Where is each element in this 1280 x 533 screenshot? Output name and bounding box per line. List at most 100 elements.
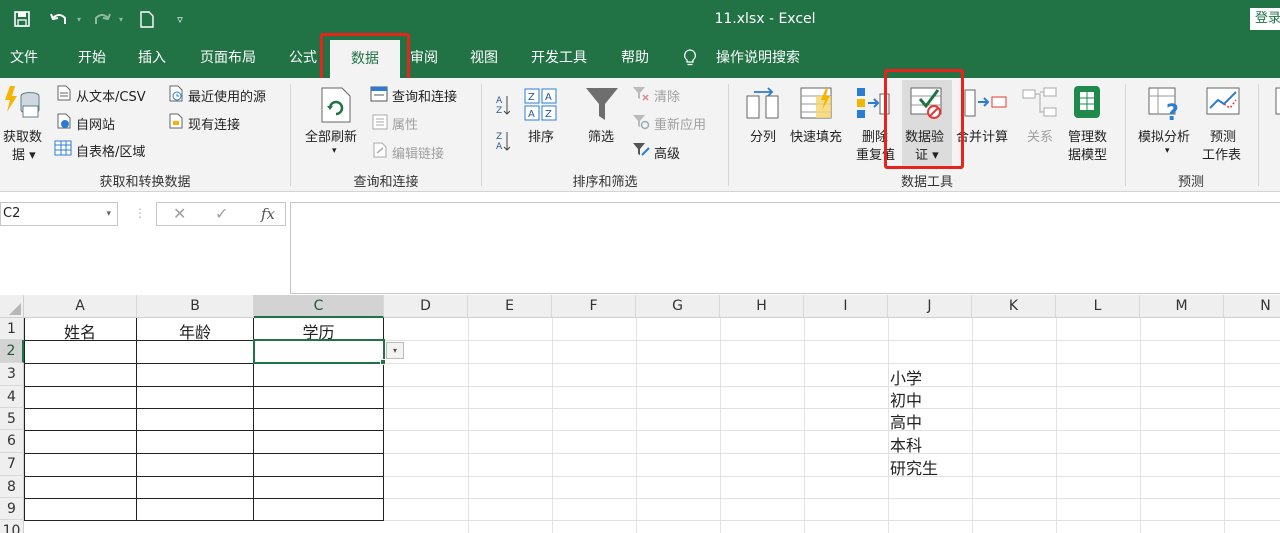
name-box-value: C2 bbox=[3, 206, 21, 221]
text-file-icon bbox=[56, 85, 72, 105]
row-header-10[interactable]: 10 bbox=[0, 520, 24, 533]
tell-me-search[interactable]: 操作说明搜索 bbox=[716, 38, 800, 78]
column-header-l[interactable]: L bbox=[1056, 295, 1140, 318]
column-header-h[interactable]: H bbox=[720, 295, 804, 318]
table-border bbox=[24, 476, 384, 477]
existing-connections-icon bbox=[168, 113, 184, 133]
sort-az-icon: AZ bbox=[496, 94, 511, 120]
column-header-k[interactable]: K bbox=[972, 295, 1056, 318]
tab-home[interactable]: 开始 bbox=[78, 38, 106, 78]
tab-view[interactable]: 视图 bbox=[470, 38, 498, 78]
cell-j4[interactable]: 初中 bbox=[890, 387, 922, 411]
tab-insert[interactable]: 插入 bbox=[138, 38, 166, 78]
manage-data-model-button-line2[interactable]: 据模型 bbox=[1068, 144, 1107, 163]
tab-file[interactable]: 文件 bbox=[10, 38, 38, 78]
forecast-sheet-button[interactable]: 预测 bbox=[1210, 126, 1236, 145]
group-label-sort-filter: 排序和筛选 bbox=[572, 175, 638, 190]
tab-help[interactable]: 帮助 bbox=[621, 38, 649, 78]
row-header-6[interactable]: 6 bbox=[0, 430, 24, 453]
group-label-data-tools: 数据工具 bbox=[900, 175, 953, 190]
from-table-button[interactable]: 自表格/区域 bbox=[76, 141, 145, 160]
column-header-b[interactable]: B bbox=[137, 295, 254, 318]
text-to-columns-button[interactable]: 分列 bbox=[750, 126, 776, 145]
row-header-4[interactable]: 4 bbox=[0, 386, 24, 408]
get-data-button[interactable]: 获取数 bbox=[3, 126, 42, 145]
recent-sources-icon bbox=[168, 85, 184, 106]
highlight-box-data-validation bbox=[884, 69, 964, 169]
enter-icon[interactable]: ✓ bbox=[215, 204, 228, 223]
advanced-button[interactable]: 高级 bbox=[654, 143, 680, 162]
queries-connections-button[interactable]: 查询和连接 bbox=[392, 86, 457, 105]
title-wrap: 11.xlsx - Excel bbox=[0, 0, 1280, 38]
tab-formulas[interactable]: 公式 bbox=[289, 38, 317, 78]
manage-data-model-icon bbox=[1072, 84, 1102, 124]
get-data-icon bbox=[4, 84, 42, 124]
row-header-3[interactable]: 3 bbox=[0, 363, 24, 386]
ribbon: 获取数 据 ▾ 从文本/CSV 自网站 自表格/区域 最近使用的源 现有连接 获… bbox=[0, 78, 1280, 192]
what-if-analysis-button[interactable]: 模拟分析 bbox=[1138, 126, 1190, 145]
sort-icon: ZAAZ bbox=[524, 88, 558, 126]
column-header-f[interactable]: F bbox=[552, 295, 636, 318]
clear-filter-icon bbox=[632, 86, 650, 106]
formula-bar-grip-icon[interactable]: ⋮ bbox=[134, 206, 146, 220]
relationships-button: 关系 bbox=[1027, 130, 1054, 145]
selected-cell-c2[interactable] bbox=[253, 339, 385, 364]
row-header-8[interactable]: 8 bbox=[0, 476, 24, 498]
column-header-a[interactable]: A bbox=[24, 295, 137, 318]
gridline bbox=[888, 318, 889, 533]
column-header-d[interactable]: D bbox=[384, 295, 468, 318]
cell-j6[interactable]: 本科 bbox=[890, 432, 922, 456]
cell-j5[interactable]: 高中 bbox=[890, 409, 922, 433]
recent-sources-button[interactable]: 最近使用的源 bbox=[188, 86, 266, 105]
manage-data-model-button[interactable]: 管理数 bbox=[1068, 126, 1107, 145]
svg-text:Z: Z bbox=[528, 92, 535, 103]
from-web-button[interactable]: 自网站 bbox=[76, 114, 115, 133]
column-header-m[interactable]: M bbox=[1140, 295, 1224, 318]
cell-b1-age-header[interactable]: 年龄 bbox=[137, 319, 253, 343]
gridline bbox=[972, 318, 973, 533]
sort-button[interactable]: 排序 bbox=[528, 126, 554, 145]
forecast-sheet-button-line2[interactable]: 工作表 bbox=[1202, 144, 1241, 163]
column-header-g[interactable]: G bbox=[636, 295, 720, 318]
insert-function-icon[interactable]: fx bbox=[261, 205, 275, 223]
column-header-j[interactable]: J bbox=[888, 295, 972, 318]
get-data-button-line2[interactable]: 据 ▾ bbox=[12, 144, 36, 163]
cancel-icon[interactable]: ✕ bbox=[173, 204, 186, 223]
row-header-2[interactable]: 2 bbox=[0, 340, 24, 363]
name-box-dropdown-icon[interactable]: ▾ bbox=[106, 203, 111, 225]
refresh-all-dropdown[interactable]: ▾ bbox=[332, 146, 337, 156]
column-header-c[interactable]: C bbox=[254, 295, 384, 318]
row-header-7[interactable]: 7 bbox=[0, 453, 24, 476]
column-header-e[interactable]: E bbox=[468, 295, 552, 318]
cell-j3[interactable]: 小学 bbox=[890, 365, 922, 389]
row-header-1[interactable]: 1 bbox=[0, 318, 24, 340]
select-all-corner[interactable] bbox=[0, 295, 24, 318]
row-header-5[interactable]: 5 bbox=[0, 408, 24, 430]
validation-dropdown-arrow[interactable]: ▾ bbox=[386, 342, 404, 359]
from-text-csv-button[interactable]: 从文本/CSV bbox=[76, 86, 146, 105]
existing-connections-button[interactable]: 现有连接 bbox=[188, 114, 240, 133]
lightbulb-icon bbox=[683, 38, 697, 78]
name-box[interactable]: C2 ▾ bbox=[0, 202, 118, 226]
login-button[interactable]: 登录 bbox=[1250, 8, 1280, 30]
tab-review[interactable]: 审阅 bbox=[410, 38, 438, 78]
cell-a1-name-header[interactable]: 姓名 bbox=[24, 319, 136, 343]
formula-input[interactable] bbox=[290, 202, 1280, 294]
refresh-all-button[interactable]: 全部刷新 bbox=[305, 126, 357, 145]
table-border bbox=[24, 408, 384, 409]
column-header-n[interactable]: N bbox=[1224, 295, 1280, 318]
fill-handle[interactable] bbox=[380, 359, 386, 365]
sort-za-icon: ZA bbox=[496, 130, 511, 156]
svg-text:Z: Z bbox=[545, 109, 552, 120]
filter-button[interactable]: 筛选 bbox=[588, 126, 614, 145]
flash-fill-button[interactable]: 快速填充 bbox=[790, 126, 842, 145]
svg-text:A: A bbox=[545, 92, 552, 103]
cell-j7[interactable]: 研究生 bbox=[890, 455, 938, 479]
flash-fill-icon bbox=[800, 86, 834, 124]
tab-developer[interactable]: 开发工具 bbox=[531, 38, 587, 78]
what-if-dropdown[interactable]: ▾ bbox=[1165, 146, 1170, 156]
svg-text:A: A bbox=[496, 142, 503, 152]
column-header-i[interactable]: I bbox=[804, 295, 888, 318]
row-header-9[interactable]: 9 bbox=[0, 498, 24, 520]
tab-page-layout[interactable]: 页面布局 bbox=[200, 38, 256, 78]
